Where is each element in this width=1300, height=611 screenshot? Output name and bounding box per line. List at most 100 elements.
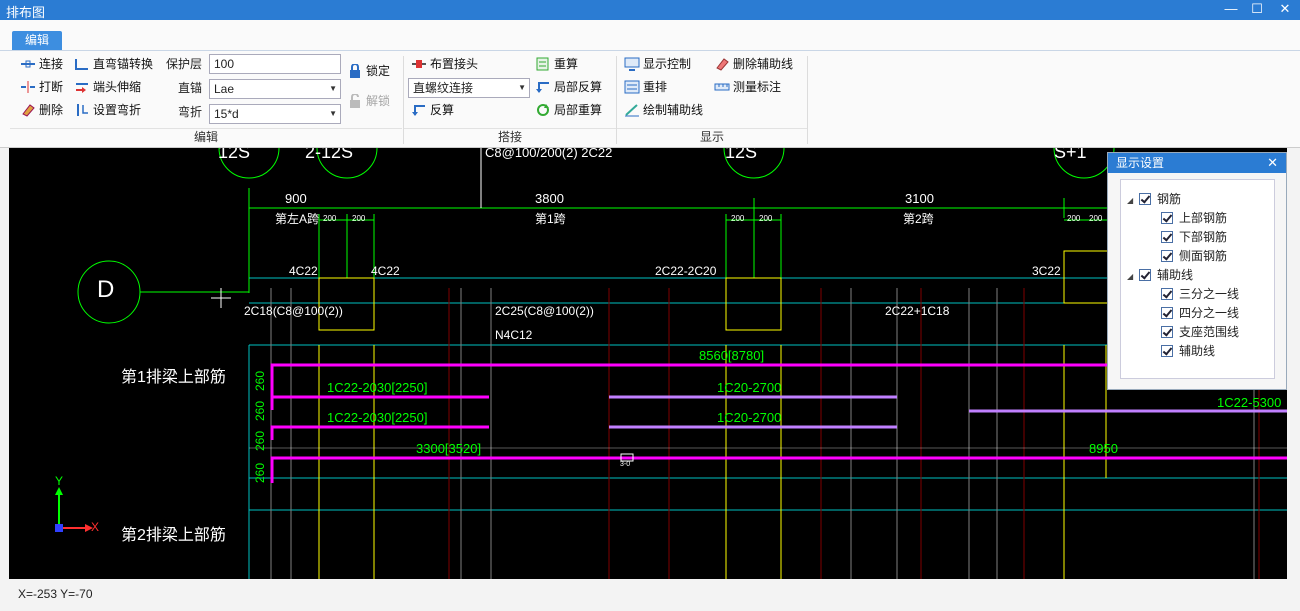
collapse-icon[interactable]: ◢ — [1127, 268, 1139, 286]
beam-spec-label: C8@100/200(2) 2C22 — [485, 148, 613, 160]
checkbox-aux[interactable] — [1139, 269, 1151, 281]
checkbox-third-line[interactable] — [1161, 288, 1173, 300]
display-control-button[interactable]: 显示控制 — [624, 54, 691, 74]
break-label: 打断 — [39, 80, 64, 94]
rebar-line — [270, 395, 489, 410]
reverse-calc-button[interactable]: 反算 — [411, 100, 454, 120]
tab-edit[interactable]: 编辑 — [12, 31, 62, 50]
section-label: 2C25(C8@100(2)) — [495, 304, 594, 318]
chevron-down-icon: ▼ — [329, 109, 337, 118]
tree-node-label: 四分之一线 — [1179, 306, 1240, 320]
tree-node-rebar[interactable]: ◢ 钢筋 — [1127, 190, 1181, 208]
tree-node-label: 三分之一线 — [1179, 287, 1240, 301]
joint-icon — [411, 57, 427, 71]
tree-node-third-line[interactable]: 三分之一线 — [1161, 285, 1239, 303]
checkbox-quarter-line[interactable] — [1161, 307, 1173, 319]
end-stretch-button[interactable]: 端头伸缩 — [74, 77, 141, 97]
checkbox-support-range[interactable] — [1161, 326, 1173, 338]
rebar-label: 1C22-5300 — [1217, 395, 1282, 410]
recalc-label: 重算 — [554, 57, 579, 71]
local-recalc-button[interactable]: 局部重算 — [535, 100, 602, 120]
span-dimension: 900 — [285, 191, 307, 206]
small-dimension: 200 — [759, 214, 773, 223]
recalc-button[interactable]: 重算 — [535, 54, 578, 74]
measure-annotation-button[interactable]: 测量标注 — [714, 77, 781, 97]
unlock-button[interactable]: 解锁 — [347, 91, 390, 111]
support-outline — [725, 277, 782, 331]
recalc-icon — [535, 57, 551, 71]
beam-label: 2C22-2C20 — [655, 264, 717, 278]
unlock-icon — [347, 93, 363, 108]
straight-bend-convert-button[interactable]: 直弯锚转换 — [74, 54, 153, 74]
coordinate-readout: X=-253 Y=-70 — [18, 587, 93, 601]
draw-aux-line-button[interactable]: 绘制辅助线 — [624, 100, 703, 120]
joint-type-select[interactable]: 直螺纹连接 ▼ — [408, 78, 530, 98]
set-bend-button[interactable]: 设置弯折 — [74, 100, 141, 120]
tree-node-side-rebar[interactable]: 侧面钢筋 — [1161, 247, 1227, 265]
chevron-down-icon: ▼ — [518, 83, 526, 92]
straight-anchor-select[interactable]: Lae ▼ — [209, 79, 341, 99]
tree-node-support-range[interactable]: 支座范围线 — [1161, 323, 1239, 341]
span-dimension: 3800 — [535, 191, 564, 206]
window-title: 排布图 — [6, 5, 46, 20]
tree-node-label: 侧面钢筋 — [1179, 249, 1228, 263]
ruler-icon — [714, 80, 730, 94]
checkbox-bottom-rebar[interactable] — [1161, 231, 1173, 243]
delete-aux-line-button[interactable]: 删除辅助线 — [714, 54, 793, 74]
checkbox-rebar[interactable] — [1139, 193, 1151, 205]
delete-label: 删除 — [39, 103, 64, 117]
vertical-dimension: 260 — [253, 430, 268, 452]
drawing-canvas[interactable]: 12S 2-12S C8@100/200(2) 2C22 12S S+1 900… — [9, 148, 1287, 579]
set-bend-icon — [74, 103, 90, 117]
bend-select[interactable]: 15*d ▼ — [209, 104, 341, 124]
tab-divider — [0, 50, 1300, 51]
minimize-button[interactable]: — — [1218, 0, 1244, 20]
tree-node-bottom-rebar[interactable]: 下部钢筋 — [1161, 228, 1227, 246]
beam-label: 3C22 — [1032, 264, 1061, 278]
tree-node-label: 辅助线 — [1179, 344, 1216, 358]
chevron-down-icon: ▼ — [329, 84, 337, 93]
delete-aux-line-label: 删除辅助线 — [733, 57, 794, 71]
local-reverse-button[interactable]: 局部反算 — [535, 77, 602, 97]
lock-button[interactable]: 锁定 — [347, 61, 390, 81]
rearrange-button[interactable]: 重排 — [624, 77, 667, 97]
connect-button[interactable]: 连接 — [20, 54, 63, 74]
tree-node-top-rebar[interactable]: 上部钢筋 — [1161, 209, 1227, 227]
break-button[interactable]: 打断 — [20, 77, 63, 97]
lock-icon — [347, 63, 363, 78]
small-dimension: 200 — [731, 214, 745, 223]
place-joint-label: 布置接头 — [430, 57, 479, 71]
checkbox-aux-line[interactable] — [1161, 345, 1173, 357]
lock-label: 锁定 — [366, 64, 391, 78]
place-joint-button[interactable]: 布置接头 — [411, 54, 478, 74]
title-bar: 排布图 — ☐ ✕ — [0, 0, 1300, 20]
section-label: 2C18(C8@100(2)) — [244, 304, 343, 318]
close-button[interactable]: ✕ — [1272, 0, 1298, 20]
maximize-button[interactable]: ☐ — [1244, 0, 1270, 20]
group-label-display: 显示 — [617, 128, 807, 146]
rearrange-label: 重排 — [643, 80, 668, 94]
column-label: S+1 — [1054, 148, 1087, 162]
tree-node-aux-line[interactable]: 辅助线 — [1161, 342, 1215, 360]
tree-node-quarter-line[interactable]: 四分之一线 — [1161, 304, 1239, 322]
connect-label: 连接 — [39, 57, 64, 71]
rebar-label: 8950 — [1089, 441, 1118, 456]
checkbox-top-rebar[interactable] — [1161, 212, 1173, 224]
cover-input[interactable]: 100 — [209, 54, 341, 74]
axis-gizmo — [55, 487, 93, 532]
collapse-icon[interactable]: ◢ — [1127, 192, 1139, 210]
end-stretch-label: 端头伸缩 — [93, 80, 142, 94]
close-icon[interactable]: ✕ — [1267, 153, 1278, 173]
group-label-splice: 搭接 — [404, 128, 616, 146]
rebar-label: 1C22-2030[2250] — [327, 410, 428, 425]
section-label: N4C12 — [495, 328, 533, 342]
tree-node-aux[interactable]: ◢ 辅助线 — [1127, 266, 1193, 284]
group-separator — [807, 56, 808, 144]
span-name: 第左A跨 — [275, 212, 320, 226]
checkbox-side-rebar[interactable] — [1161, 250, 1173, 262]
beam-label: 4C22 — [289, 264, 318, 278]
rebar-label: 3300[3520] — [416, 441, 482, 456]
delete-button[interactable]: 删除 — [20, 100, 63, 120]
cover-label: 保护层 — [166, 57, 203, 71]
span-dimension: 3100 — [905, 191, 934, 206]
